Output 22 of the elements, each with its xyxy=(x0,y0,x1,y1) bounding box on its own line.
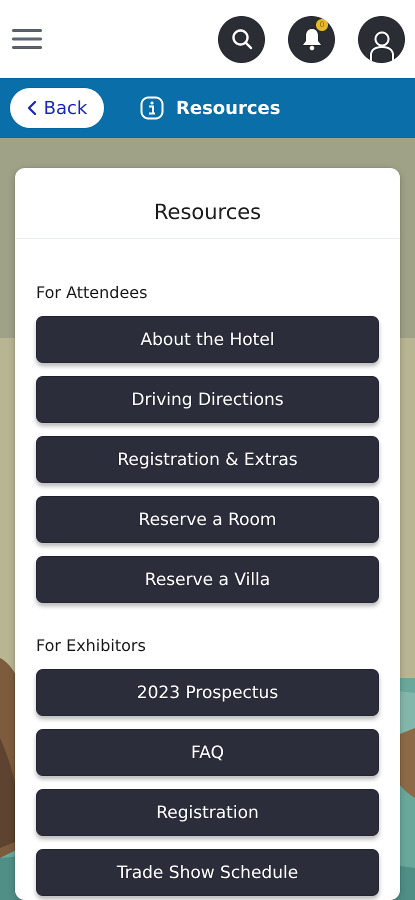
info-icon xyxy=(140,96,164,120)
bell-icon xyxy=(300,27,322,51)
search-button[interactable] xyxy=(218,16,265,62)
notification-badge: 0 xyxy=(316,18,328,30)
profile-button[interactable] xyxy=(358,16,405,62)
resource-button[interactable]: About the Hotel xyxy=(36,316,379,363)
resource-button[interactable]: Trade Show Schedule xyxy=(36,849,379,896)
resource-button[interactable]: Reserve a Villa xyxy=(36,556,379,603)
resource-button[interactable]: Reserve a Room xyxy=(36,496,379,543)
resource-button[interactable]: Driving Directions xyxy=(36,376,379,423)
section-heading: For Attendees xyxy=(36,283,148,302)
section-heading: For Exhibitors xyxy=(36,636,147,655)
search-icon xyxy=(230,27,254,51)
chevron-left-icon xyxy=(26,100,37,116)
menu-icon[interactable] xyxy=(12,27,42,51)
page-title: Resources xyxy=(176,98,280,118)
card-title: Resources xyxy=(15,168,400,239)
resource-button[interactable]: Registration & Extras xyxy=(36,436,379,483)
resource-button[interactable]: 2023 Prospectus xyxy=(36,669,379,716)
back-button[interactable]: Back xyxy=(10,88,104,128)
resource-button[interactable]: FAQ xyxy=(36,729,379,776)
resource-button[interactable]: Registration xyxy=(36,789,379,836)
